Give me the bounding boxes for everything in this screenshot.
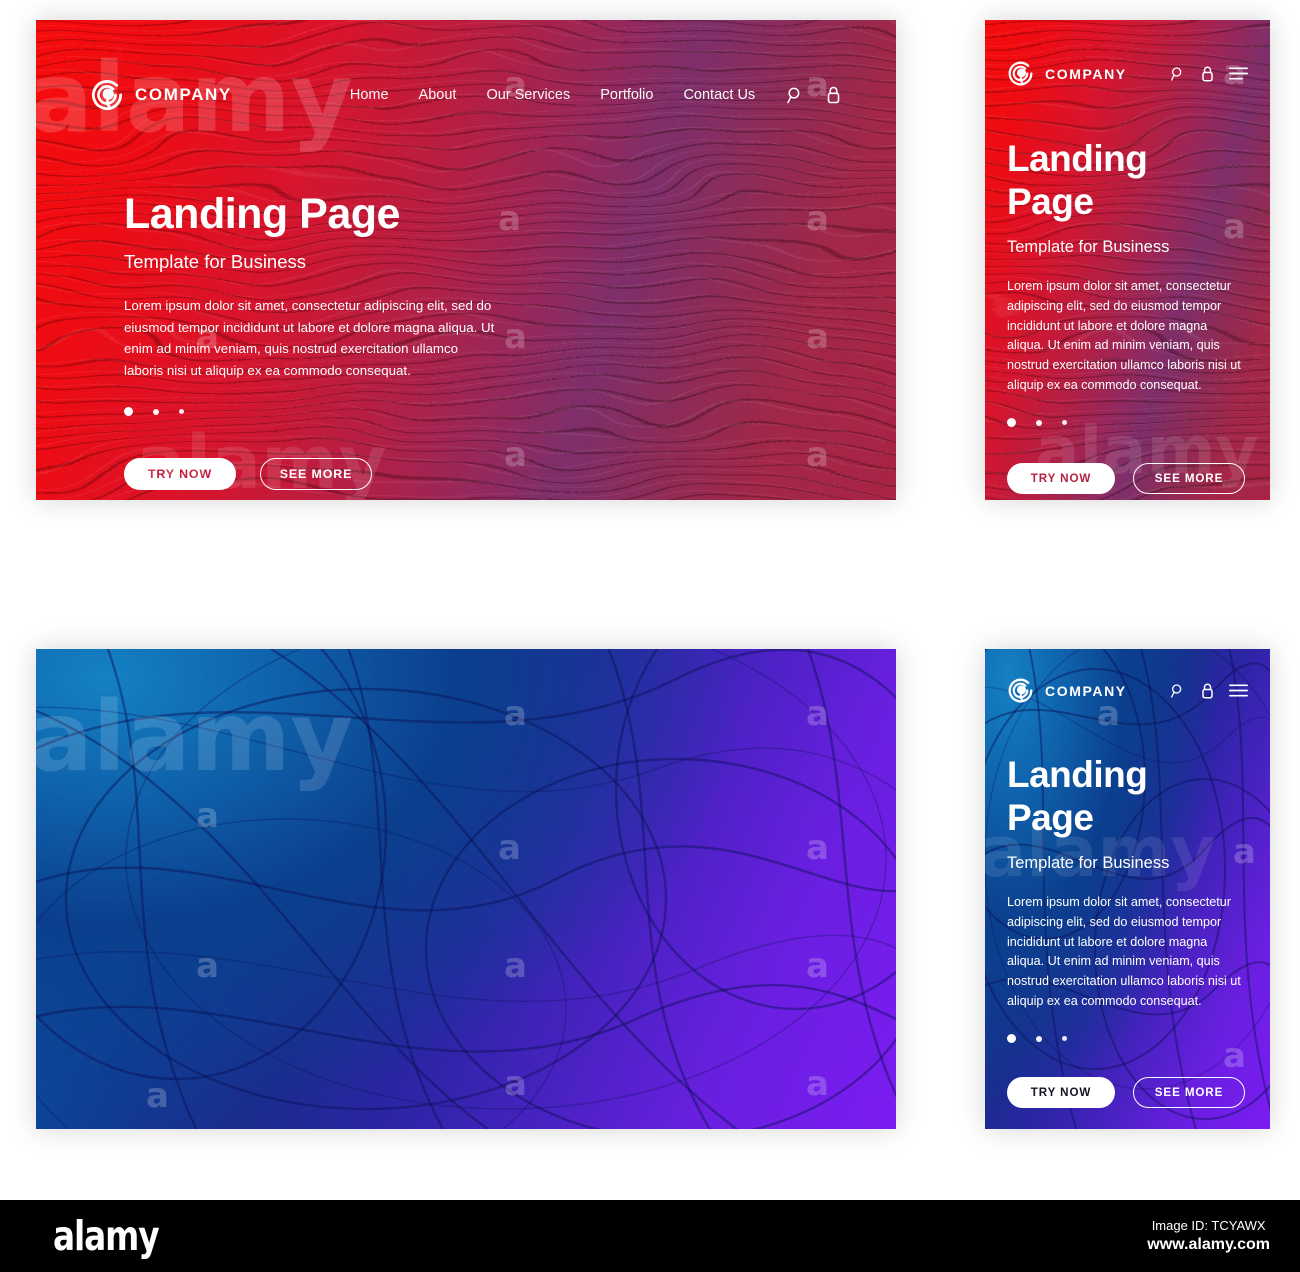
try-now-button[interactable]: TRY NOW: [124, 458, 236, 491]
hero-body-text: Lorem ipsum dolor sit amet, consectetur …: [1007, 278, 1241, 393]
mobile-navbar: COMPANY: [1007, 60, 1248, 87]
alamy-url: www.alamy.com: [1147, 1236, 1270, 1253]
nav-links: Home About Our Services Portfolio Contac…: [350, 87, 755, 103]
hero-title-line2: Page: [1007, 796, 1094, 838]
hero-subtitle: Template for Business: [1007, 853, 1170, 872]
blue-desktop-mockup: alamy a a a a a a a a a a a COMPANY: [36, 649, 896, 1129]
hero-section: Landing Page Template for Business Lorem…: [1007, 754, 1255, 1109]
footer-bar: alamy Image ID: TCYAWX www.alamy.com: [0, 1200, 1300, 1272]
nav-item-home[interactable]: Home: [350, 87, 389, 103]
nav-icons: [786, 85, 842, 105]
carousel-dot[interactable]: [1062, 420, 1067, 426]
spiral-logo-icon: [1008, 61, 1033, 86]
footer-meta: Image ID: TCYAWX www.alamy.com: [1147, 1218, 1270, 1254]
lock-icon[interactable]: [1200, 65, 1215, 83]
hero-buttons: TRY NOW SEE MORE: [124, 458, 544, 491]
nav-item-about[interactable]: About: [419, 87, 457, 103]
brand-logo[interactable]: COMPANY: [1007, 60, 1127, 87]
carousel-dot[interactable]: [1036, 419, 1042, 426]
carousel-dot[interactable]: [153, 408, 159, 415]
mobile-navbar: COMPANY: [1007, 677, 1248, 704]
search-icon[interactable]: [786, 86, 805, 105]
carousel-dot-active[interactable]: [124, 407, 133, 417]
carousel-dots: [1007, 1034, 1255, 1044]
carousel-dot[interactable]: [1036, 1035, 1042, 1042]
hamburger-menu-icon[interactable]: [1229, 683, 1248, 698]
try-now-button[interactable]: TRY NOW: [1007, 463, 1115, 495]
brand-name: COMPANY: [1045, 682, 1127, 699]
hero-subtitle: Template for Business: [124, 251, 307, 272]
nav-item-contact-us[interactable]: Contact Us: [683, 87, 755, 103]
carousel-dots: [124, 407, 544, 417]
spiral-logo-icon: [1008, 678, 1033, 703]
hamburger-menu-icon[interactable]: [1229, 66, 1248, 81]
hero-body-text: Lorem ipsum dolor sit amet, consectetur …: [1007, 894, 1241, 1009]
hero-title-line2: Page: [1007, 180, 1094, 222]
poster-canvas: alamy a a a a a a a alamy a a COMPANY: [0, 0, 1300, 1272]
hero-buttons: TRY NOW SEE MORE: [1007, 463, 1255, 495]
carousel-dot-active[interactable]: [1007, 418, 1016, 428]
lock-icon[interactable]: [825, 85, 842, 105]
hero-title-line1: Landing: [1007, 754, 1148, 795]
see-more-button[interactable]: SEE MORE: [1133, 1077, 1245, 1109]
red-desktop-mockup: alamy a a a a a a a alamy a a COMPANY: [36, 20, 896, 500]
brand-logo[interactable]: COMPANY: [90, 78, 232, 112]
carousel-dot-active[interactable]: [1007, 1034, 1016, 1044]
red-mobile-mockup: a a alamy COMPANY: [985, 20, 1270, 500]
see-more-button[interactable]: SEE MORE: [1133, 463, 1245, 495]
hero-title: Landing Page: [124, 190, 400, 238]
try-now-button[interactable]: TRY NOW: [1007, 1077, 1115, 1109]
hero-buttons: TRY NOW SEE MORE: [1007, 1077, 1255, 1109]
hero-title-line1: Landing: [1007, 138, 1148, 179]
mobile-nav-icons: [1170, 682, 1248, 700]
lock-icon[interactable]: [1200, 682, 1215, 700]
carousel-dot[interactable]: [179, 409, 184, 415]
brand-logo[interactable]: COMPANY: [1007, 677, 1127, 704]
carousel-dots: [1007, 418, 1255, 428]
carousel-dot[interactable]: [1062, 1036, 1067, 1042]
blue-mobile-mockup: a alamy a a COMPANY: [985, 649, 1270, 1129]
hero-section: Landing Page Template for Business Lorem…: [124, 190, 544, 491]
image-id-label: Image ID: TCYAWX: [1151, 1218, 1266, 1233]
brand-name: COMPANY: [1045, 65, 1127, 82]
hero-section: Landing Page Template for Business Lorem…: [1007, 138, 1255, 495]
mobile-nav-icons: [1170, 65, 1248, 83]
alamy-logo: alamy: [53, 1212, 160, 1260]
desktop-navbar: COMPANY Home About Our Services Portfoli…: [36, 78, 896, 112]
brand-name: COMPANY: [135, 85, 232, 104]
search-icon[interactable]: [1170, 66, 1186, 82]
spiral-logo-icon: [91, 80, 123, 111]
hero-body-text: Lorem ipsum dolor sit amet, consectetur …: [124, 298, 495, 378]
curve-line-pattern: [36, 649, 896, 1129]
hero-subtitle: Template for Business: [1007, 237, 1170, 256]
search-icon[interactable]: [1170, 683, 1186, 699]
nav-item-portfolio[interactable]: Portfolio: [600, 87, 653, 103]
see-more-button[interactable]: SEE MORE: [260, 458, 372, 491]
nav-item-our-services[interactable]: Our Services: [486, 87, 570, 103]
